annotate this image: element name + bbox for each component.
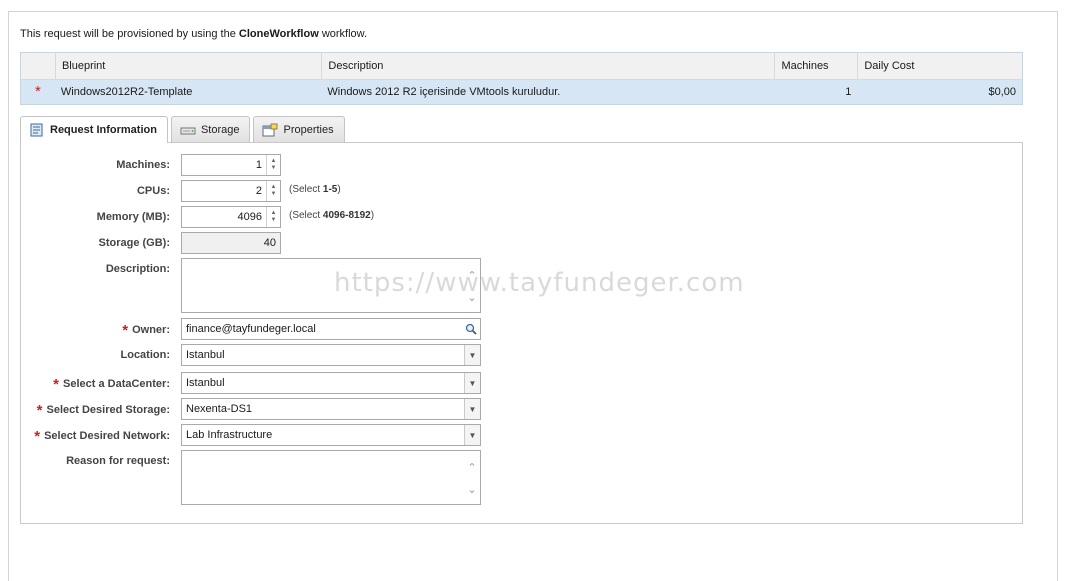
intro-prefix: This request will be provisioned by usin… xyxy=(20,28,236,40)
machines-value: 1 xyxy=(255,159,262,171)
tab-request-information[interactable]: Request Information xyxy=(20,116,168,143)
chevron-down-icon[interactable]: ▼ xyxy=(464,373,480,393)
header-description[interactable]: Description xyxy=(321,53,774,79)
desired-storage-select[interactable]: Nexenta-DS1 ▼ xyxy=(181,398,481,420)
datacenter-label-text: Select a DataCenter: xyxy=(63,378,170,390)
desired-network-label-text: Select Desired Network: xyxy=(44,430,170,442)
location-value: Istanbul xyxy=(186,349,225,361)
storage-field: 40 xyxy=(181,232,281,254)
workflow-name: CloneWorkflow xyxy=(238,28,319,40)
desired-network-select[interactable]: Lab Infrastructure ▼ xyxy=(181,424,481,446)
tab-label: Request Information xyxy=(50,124,157,136)
spinner-arrows-icon[interactable]: ▲ ▼ xyxy=(266,181,280,201)
spinner-arrows-icon[interactable]: ▲ ▼ xyxy=(266,207,280,227)
owner-value: finance@tayfundeger.local xyxy=(186,323,316,335)
location-select[interactable]: Istanbul ▼ xyxy=(181,344,481,366)
chevron-down-icon[interactable]: ▼ xyxy=(464,425,480,445)
datacenter-label: * Select a DataCenter: xyxy=(53,376,170,393)
tab-label: Storage xyxy=(200,123,240,136)
memory-value: 4096 xyxy=(237,211,262,223)
spinner-arrows-icon[interactable]: ▲ ▼ xyxy=(266,155,280,175)
table-header: Blueprint Description Machines Daily Cos… xyxy=(21,53,1022,80)
machines-stepper[interactable]: 1 ▲ ▼ xyxy=(181,154,281,176)
cell-machines: 1 xyxy=(845,86,852,98)
cell-daily-cost: $0,00 xyxy=(988,86,1016,98)
hint-suffix: ) xyxy=(337,184,341,195)
desired-network-label: * Select Desired Network: xyxy=(34,428,170,445)
hint-prefix: (Select xyxy=(289,184,321,195)
cell-blueprint: Windows2012R2-Template xyxy=(60,86,193,98)
scroll-arrows-icon[interactable]: ⌃ ⌄ xyxy=(466,265,478,309)
hint-range: 1-5 xyxy=(322,184,338,195)
storage-value: 40 xyxy=(263,237,276,249)
intro-suffix: workflow. xyxy=(321,28,368,40)
required-marker: * xyxy=(35,83,41,100)
header-blueprint[interactable]: Blueprint xyxy=(54,53,321,79)
reason-label: Reason for request: xyxy=(66,455,170,467)
header-daily-cost[interactable]: Daily Cost xyxy=(857,53,1022,79)
header-machines[interactable]: Machines xyxy=(774,53,857,79)
chevron-down-icon[interactable]: ▼ xyxy=(464,345,480,365)
required-marker: * xyxy=(122,322,129,339)
memory-stepper[interactable]: 4096 ▲ ▼ xyxy=(181,206,281,228)
properties-icon xyxy=(262,123,278,137)
required-marker: * xyxy=(53,376,59,393)
cell-description: Windows 2012 R2 içerisinde VMtools kurul… xyxy=(327,86,561,98)
required-marker: * xyxy=(36,402,43,419)
datacenter-select[interactable]: Istanbul ▼ xyxy=(181,372,481,394)
storage-label: Storage (GB): xyxy=(98,237,171,249)
memory-hint: (Select 4096-8192) xyxy=(289,210,374,221)
request-info-icon xyxy=(29,123,45,137)
tab-storage[interactable]: Storage xyxy=(170,116,251,142)
desired-network-value: Lab Infrastructure xyxy=(186,429,273,441)
tab-properties[interactable]: Properties xyxy=(253,116,345,142)
owner-input[interactable]: finance@tayfundeger.local xyxy=(181,318,481,340)
request-information-panel: Machines: 1 ▲ ▼ CPUs: 2 ▲ ▼ (Select 1-5) M… xyxy=(20,142,1023,524)
reason-textarea[interactable]: ⌃ ⌄ xyxy=(181,450,481,505)
hint-suffix: ) xyxy=(370,210,375,221)
cpus-label: CPUs: xyxy=(136,185,170,197)
storage-icon xyxy=(180,123,196,137)
owner-label: * Owner: xyxy=(122,322,170,339)
hint-range: 4096-8192 xyxy=(322,210,371,221)
scroll-arrows-icon[interactable]: ⌃ ⌄ xyxy=(466,457,478,501)
desired-storage-label-text: Select Desired Storage: xyxy=(46,404,171,416)
table-row[interactable]: * Windows2012R2-Template Windows 2012 R2… xyxy=(21,80,1022,104)
workflow-intro: This request will be provisioned by usin… xyxy=(20,28,367,40)
desired-storage-value: Nexenta-DS1 xyxy=(186,403,253,415)
cpus-value: 2 xyxy=(255,185,262,197)
tab-bar: Request Information Storage Properties xyxy=(20,116,345,143)
search-icon[interactable] xyxy=(462,319,480,339)
location-label: Location: xyxy=(120,349,171,361)
machines-label: Machines: xyxy=(116,159,170,171)
description-label: Description: xyxy=(105,263,170,275)
tab-label: Properties xyxy=(283,123,334,136)
chevron-down-icon[interactable]: ▼ xyxy=(464,399,480,419)
memory-label: Memory (MB): xyxy=(96,211,170,223)
owner-label-text: Owner: xyxy=(132,324,170,336)
cpus-stepper[interactable]: 2 ▲ ▼ xyxy=(181,180,281,202)
required-marker: * xyxy=(34,428,41,445)
datacenter-value: Istanbul xyxy=(186,377,225,389)
cpus-hint: (Select 1-5) xyxy=(289,184,341,195)
hint-prefix: (Select xyxy=(289,210,321,221)
header-select xyxy=(21,53,55,79)
desired-storage-label: * Select Desired Storage: xyxy=(37,402,170,419)
blueprint-table: Blueprint Description Machines Daily Cos… xyxy=(20,52,1023,105)
description-textarea[interactable]: ⌃ ⌄ xyxy=(181,258,481,313)
